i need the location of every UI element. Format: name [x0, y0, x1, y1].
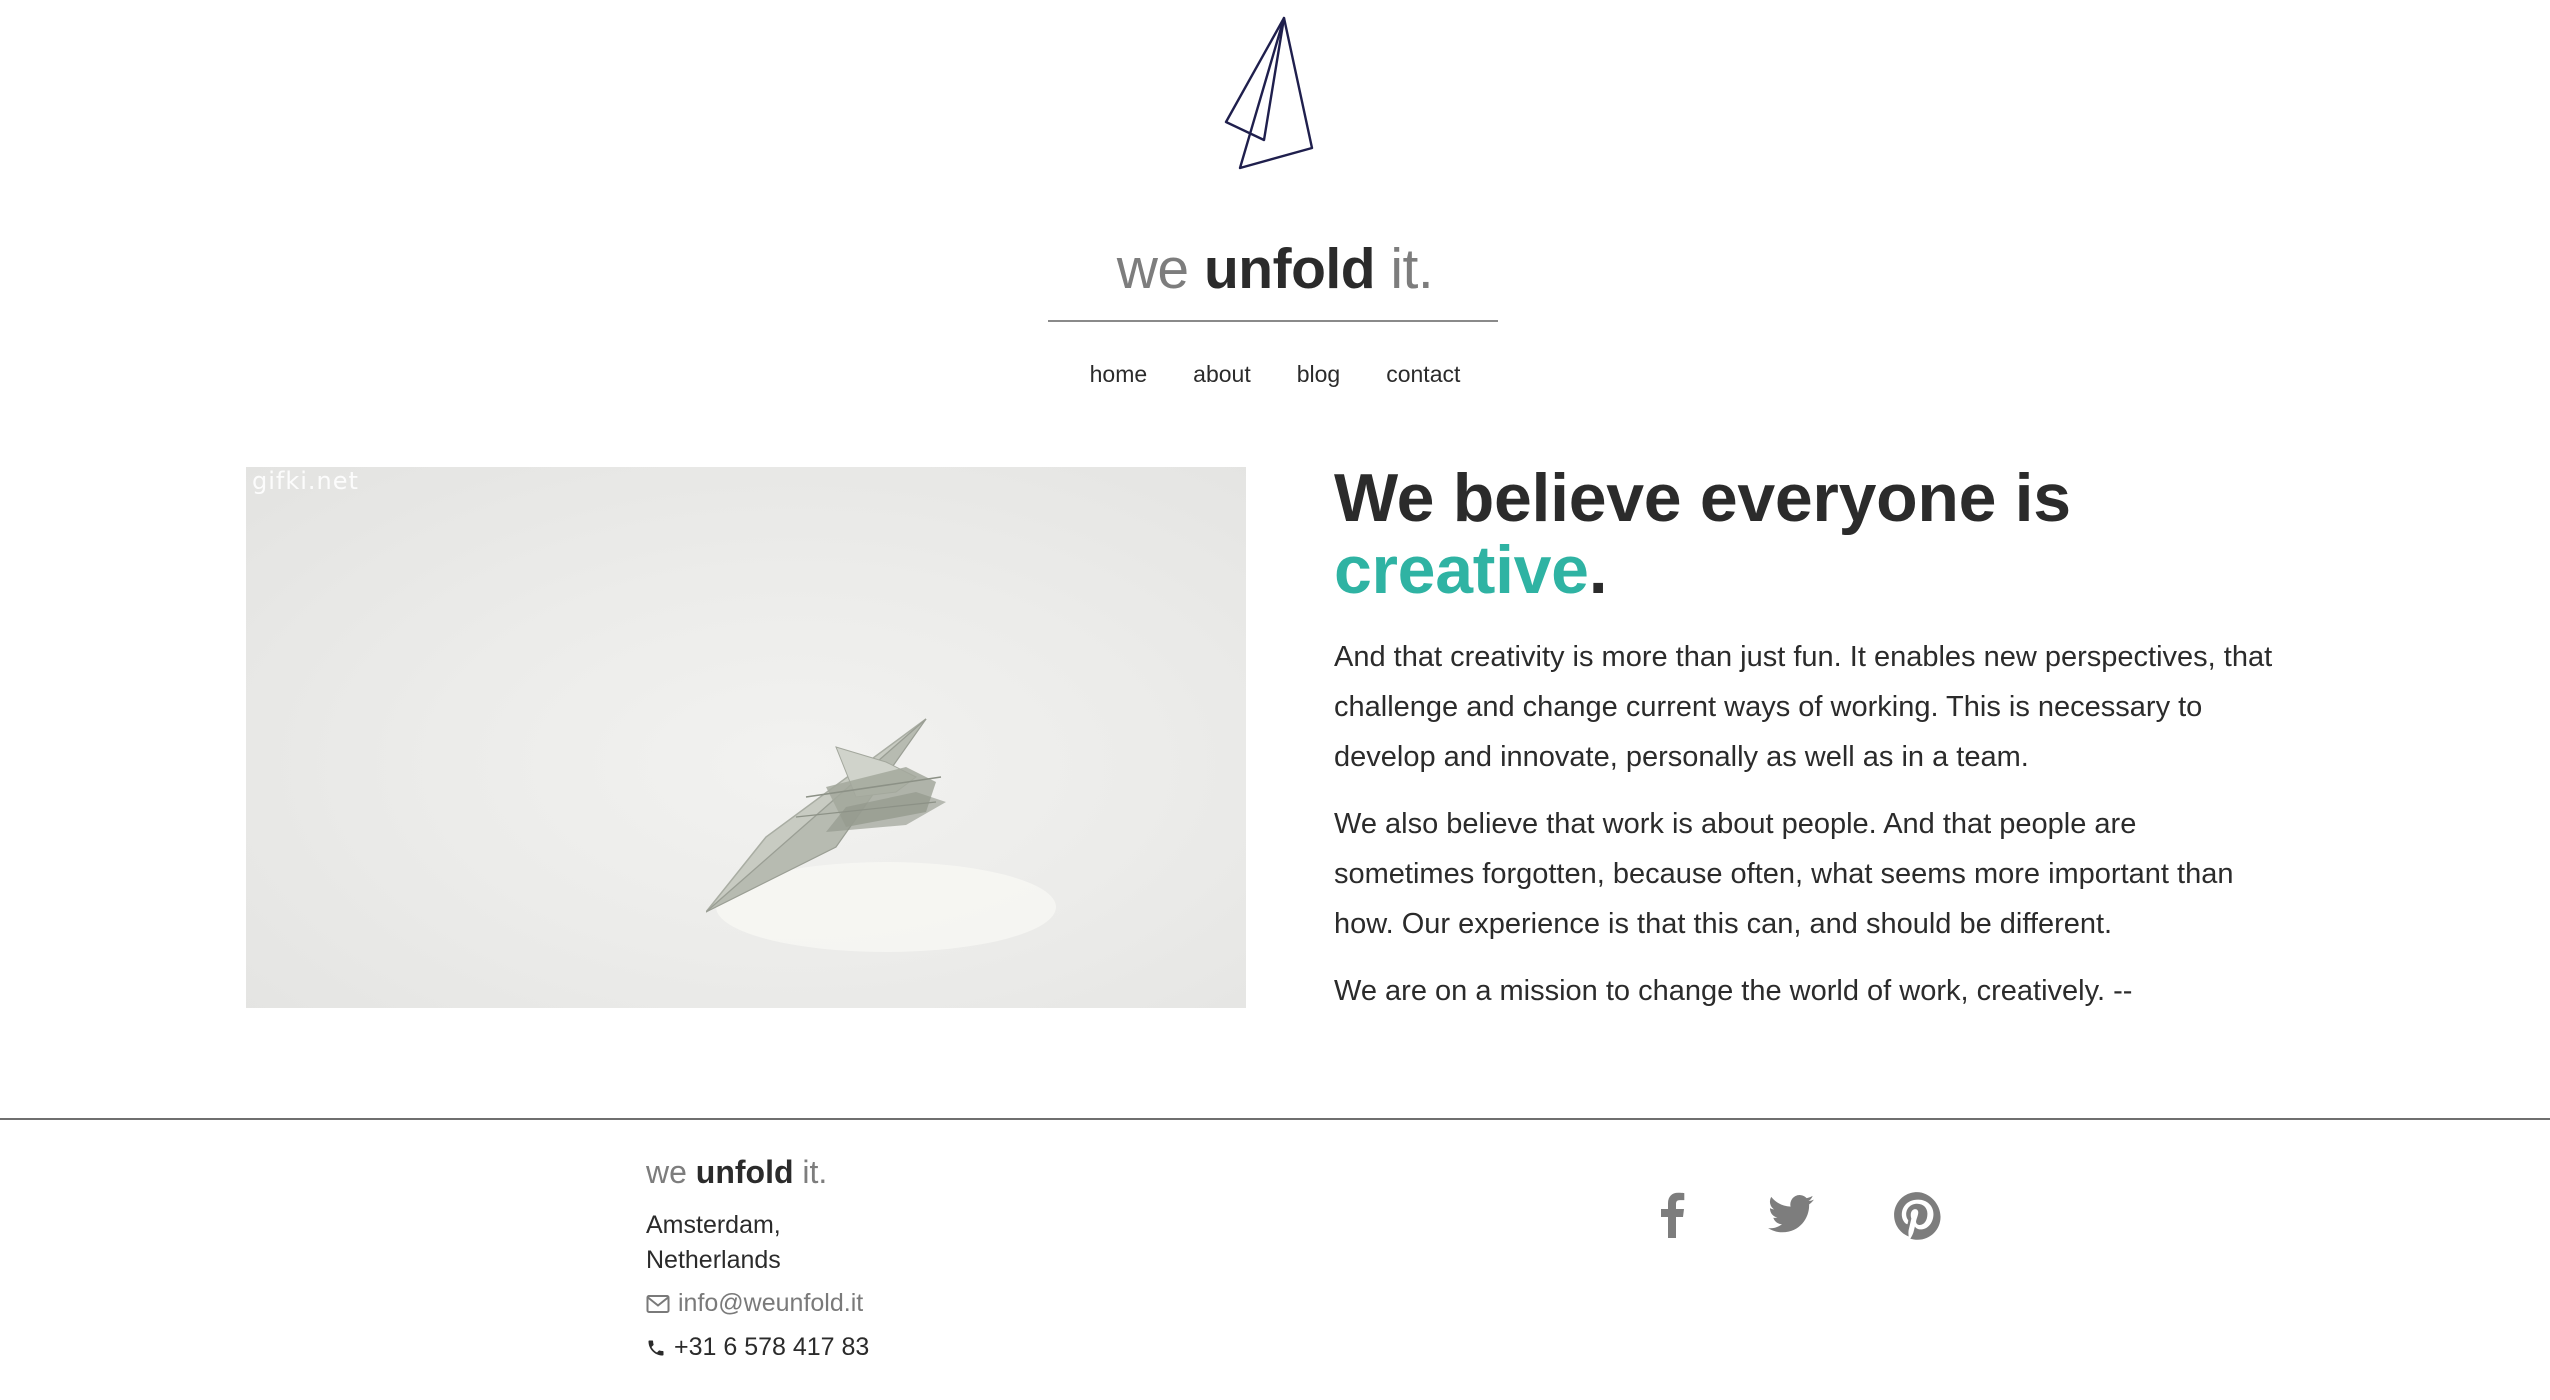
headline-text: We believe everyone is	[1334, 460, 2071, 536]
site-title-prefix: we	[1116, 237, 1204, 301]
footer-brand: we unfold it.	[646, 1150, 827, 1194]
mission-paragraph-3: We are on a mission to change the world …	[1334, 975, 2133, 1007]
footer-address: Amsterdam, Netherlands	[646, 1208, 781, 1278]
twitter-link[interactable]	[1766, 1190, 1816, 1240]
phone-text: +31 6 578 417 83	[674, 1333, 870, 1361]
mission-headline: We believe everyone is creative.	[1334, 462, 2284, 606]
mission-section: We believe everyone is creative. And that…	[1334, 462, 2284, 1016]
envelope-icon	[646, 1294, 670, 1313]
headline-period: .	[1588, 532, 1608, 608]
site-title-suffix: it.	[1375, 237, 1434, 301]
footer-email-link[interactable]: info@weunfold.it	[646, 1286, 863, 1321]
site-title[interactable]: we unfold it.	[0, 233, 2550, 305]
image-watermark: gifki.net	[252, 467, 359, 495]
twitter-icon	[1768, 1195, 1814, 1233]
facebook-icon	[1661, 1192, 1685, 1238]
nav-blog-link[interactable]: blog	[1297, 356, 1340, 392]
footer-brand-prefix: we	[646, 1154, 696, 1190]
footer-brand-main: unfold	[695, 1154, 794, 1190]
headline-accent-word: creative	[1334, 532, 1589, 608]
pinterest-icon	[1894, 1192, 1941, 1240]
facebook-link[interactable]	[1648, 1190, 1698, 1240]
nav-about-link[interactable]: about	[1193, 356, 1251, 392]
site-title-main: unfold	[1203, 237, 1376, 301]
paper-plane-illustration	[706, 718, 1056, 952]
footer-divider	[0, 1118, 2550, 1120]
phone-icon	[648, 1340, 664, 1355]
logo-icon[interactable]	[1220, 12, 1320, 172]
main-nav: home about blog contact	[0, 356, 2550, 392]
footer-phone: +31 6 578 417 83	[646, 1330, 869, 1365]
mission-paragraph-2: We also believe that work is about peopl…	[1334, 808, 2234, 940]
footer-brand-suffix: it.	[793, 1154, 828, 1190]
title-divider	[1048, 320, 1498, 322]
nav-home-link[interactable]: home	[1090, 356, 1148, 392]
mission-paragraph-1: And that creativity is more than just fu…	[1334, 641, 2273, 773]
address-country: Netherlands	[646, 1246, 781, 1274]
email-text: info@weunfold.it	[678, 1289, 864, 1317]
paper-plane-animation: gifki.net	[246, 467, 1246, 1008]
nav-contact-link[interactable]: contact	[1386, 356, 1460, 392]
pinterest-link[interactable]	[1892, 1190, 1942, 1240]
address-city: Amsterdam,	[646, 1211, 781, 1239]
